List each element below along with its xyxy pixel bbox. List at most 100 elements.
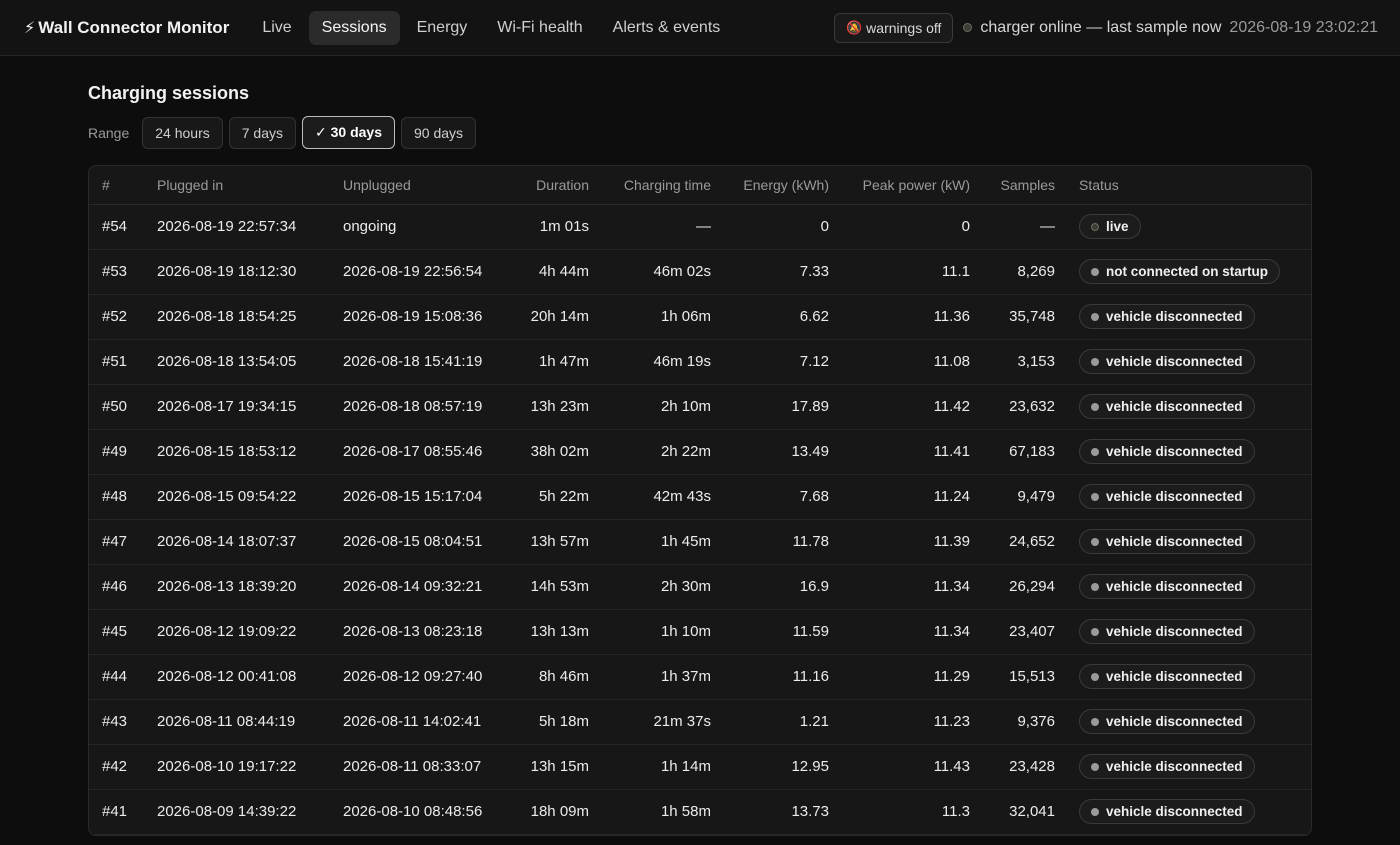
table-header-row: # Plugged in Unplugged Duration Charging… — [89, 166, 1311, 205]
table-row[interactable]: #44 2026-08-12 00:41:08 2026-08-12 09:27:4… — [89, 654, 1311, 700]
charging-time-cell: 1h 06m — [601, 294, 723, 340]
unplugged-cell: 2026-08-19 15:08:36 — [331, 294, 501, 340]
bell-muted-icon: 🔕 — [845, 19, 863, 35]
status-badge: vehicle disconnected — [1079, 304, 1255, 329]
status-dot-icon — [1091, 402, 1099, 411]
column-header-energy[interactable]: Energy (kWh) — [723, 166, 841, 205]
range-30-days-button[interactable]: ✓ 30 days — [302, 116, 395, 149]
status-cell: vehicle disconnected — [1067, 654, 1311, 700]
duration-cell: 5h 22m — [501, 474, 601, 520]
table-row[interactable]: #48 2026-08-15 09:54:22 2026-08-15 15:17:0… — [89, 474, 1311, 520]
duration-cell: 13h 13m — [501, 609, 601, 655]
table-row[interactable]: #42 2026-08-10 19:17:22 2026-08-11 08:33:0… — [89, 744, 1311, 790]
range-90-days-button[interactable]: 90 days — [401, 116, 477, 149]
column-header-duration[interactable]: Duration — [501, 166, 601, 205]
status-label: vehicle disconnected — [1106, 444, 1243, 459]
duration-cell: 38h 02m — [501, 429, 601, 475]
unplugged-cell: ongoing — [331, 204, 501, 250]
status-dot-icon — [1091, 762, 1099, 771]
status-label: vehicle disconnected — [1106, 399, 1243, 414]
status-label: vehicle disconnected — [1106, 354, 1243, 369]
column-header-id[interactable]: # — [89, 166, 145, 205]
energy-cell: 13.73 — [723, 789, 841, 835]
status-dot-icon — [1091, 672, 1099, 681]
duration-cell: 1h 47m — [501, 339, 601, 385]
warnings-label: warnings off — [866, 19, 942, 36]
status-label: vehicle disconnected — [1106, 714, 1243, 729]
duration-cell: 13h 57m — [501, 519, 601, 565]
session-id-cell: #54 — [89, 204, 145, 250]
table-row[interactable]: #46 2026-08-13 18:39:20 2026-08-14 09:32:2… — [89, 564, 1311, 610]
unplugged-cell: 2026-08-10 08:48:56 — [331, 789, 501, 835]
table-row[interactable]: #41 2026-08-09 14:39:22 2026-08-10 08:48:5… — [89, 789, 1311, 835]
charger-status-text: charger online — last sample now — [980, 18, 1222, 36]
status-badge: vehicle disconnected — [1079, 664, 1255, 689]
table-row[interactable]: #53 2026-08-19 18:12:30 2026-08-19 22:56:5… — [89, 249, 1311, 295]
table-row[interactable]: #54 2026-08-19 22:57:34 ongoing 1m 01s —0 0— l… — [89, 204, 1311, 250]
table-row[interactable]: #43 2026-08-11 08:44:19 2026-08-11 14:02:4… — [89, 699, 1311, 745]
warnings-toggle-button[interactable]: 🔕 warnings off — [833, 12, 954, 43]
tab-alerts-events[interactable]: Alerts & events — [600, 11, 734, 45]
status-cell: vehicle disconnected — [1067, 294, 1311, 340]
status-dot-icon — [1091, 357, 1099, 366]
charging-time-cell: 2h 22m — [601, 429, 723, 475]
tab-wifi-health[interactable]: Wi-Fi health — [484, 11, 595, 45]
unplugged-cell: 2026-08-11 14:02:41 — [331, 699, 501, 745]
energy-cell: 13.49 — [723, 429, 841, 475]
energy-cell: 7.33 — [723, 249, 841, 295]
unplugged-cell: 2026-08-18 08:57:19 — [331, 384, 501, 430]
plugged-in-cell: 2026-08-18 18:54:25 — [145, 294, 331, 340]
status-label: vehicle disconnected — [1106, 624, 1243, 639]
samples-cell: 3,153 — [982, 339, 1067, 385]
duration-cell: 8h 46m — [501, 654, 601, 700]
unplugged-cell: 2026-08-18 15:41:19 — [331, 339, 501, 385]
table-row[interactable]: #45 2026-08-12 19:09:22 2026-08-13 08:23:1… — [89, 609, 1311, 655]
peak-power-cell: 11.08 — [841, 339, 982, 385]
range-label: Range — [88, 124, 130, 141]
tab-live[interactable]: Live — [249, 11, 304, 45]
plugged-in-cell: 2026-08-11 08:44:19 — [145, 699, 331, 745]
status-label: vehicle disconnected — [1106, 759, 1243, 774]
table-row[interactable]: #47 2026-08-14 18:07:37 2026-08-15 08:04:5… — [89, 519, 1311, 565]
status-cell: vehicle disconnected — [1067, 339, 1311, 385]
energy-cell: 6.62 — [723, 294, 841, 340]
samples-cell: 9,376 — [982, 699, 1067, 745]
app-brand[interactable]: ⚡ Wall Connector Monitor — [24, 18, 229, 38]
status-badge: vehicle disconnected — [1079, 574, 1255, 599]
column-header-charging-time[interactable]: Charging time — [601, 166, 723, 205]
session-id-cell: #49 — [89, 429, 145, 475]
tab-energy[interactable]: Energy — [404, 11, 481, 45]
range-7-days-button[interactable]: 7 days — [228, 116, 296, 149]
status-cell: vehicle disconnected — [1067, 609, 1311, 655]
energy-cell: 11.59 — [723, 609, 841, 655]
plugged-in-cell: 2026-08-15 18:53:12 — [145, 429, 331, 475]
status-dot-icon — [1091, 222, 1099, 231]
status-badge: vehicle disconnected — [1079, 349, 1255, 374]
table-row[interactable]: #50 2026-08-17 19:34:15 2026-08-18 08:57:1… — [89, 384, 1311, 430]
session-id-cell: #53 — [89, 249, 145, 295]
column-header-peak-power[interactable]: Peak power (kW) — [841, 166, 982, 205]
table-row[interactable]: #52 2026-08-18 18:54:25 2026-08-19 15:08:3… — [89, 294, 1311, 340]
column-header-plugged-in[interactable]: Plugged in — [145, 166, 331, 205]
status-dot-icon — [1091, 627, 1099, 636]
range-24-hours-button[interactable]: 24 hours — [142, 116, 223, 149]
table-row[interactable]: #51 2026-08-18 13:54:05 2026-08-18 15:41:1… — [89, 339, 1311, 385]
plugged-in-cell: 2026-08-13 18:39:20 — [145, 564, 331, 610]
status-cell: vehicle disconnected — [1067, 564, 1311, 610]
table-row[interactable]: #49 2026-08-15 18:53:12 2026-08-17 08:55:4… — [89, 429, 1311, 475]
status-dot-icon — [1091, 492, 1099, 501]
peak-power-cell: 11.29 — [841, 654, 982, 700]
plugged-in-cell: 2026-08-19 18:12:30 — [145, 249, 331, 295]
duration-cell: 13h 15m — [501, 744, 601, 790]
column-header-samples[interactable]: Samples — [982, 166, 1067, 205]
column-header-status[interactable]: Status — [1067, 166, 1311, 205]
tab-sessions[interactable]: Sessions — [308, 10, 400, 45]
peak-power-cell: 11.34 — [841, 609, 982, 655]
column-header-unplugged[interactable]: Unplugged — [331, 166, 501, 205]
peak-power-cell: 11.43 — [841, 744, 982, 790]
status-cell: vehicle disconnected — [1067, 744, 1311, 790]
energy-cell: 7.68 — [723, 474, 841, 520]
status-cell: vehicle disconnected — [1067, 519, 1311, 565]
duration-cell: 20h 14m — [501, 294, 601, 340]
status-dot-icon — [1091, 582, 1099, 591]
